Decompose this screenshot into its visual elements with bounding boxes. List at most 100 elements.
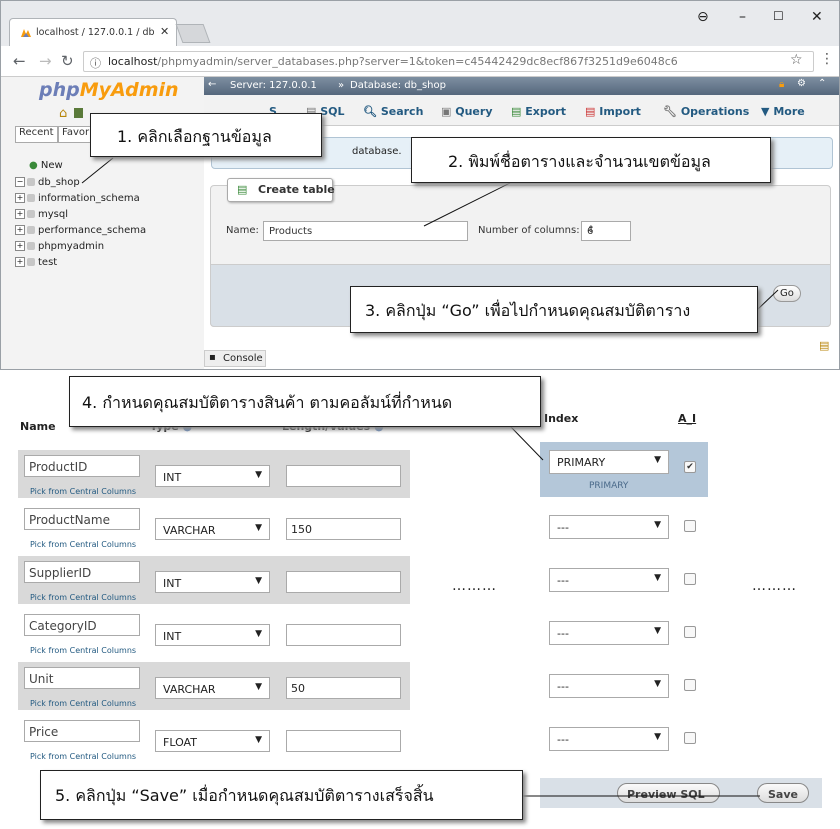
preview-sql-button[interactable]: Preview SQL: [617, 783, 720, 803]
column-name-input[interactable]: Unit: [24, 667, 140, 689]
ellipsis-right: ………: [752, 578, 797, 594]
column-length-input[interactable]: [286, 465, 401, 487]
column-type-select[interactable]: VARCHAR ▼: [155, 518, 270, 540]
column-name-value: CategoryID: [29, 619, 97, 633]
close-window-icon[interactable]: ✕: [811, 9, 823, 25]
auto-increment-checkbox[interactable]: [684, 626, 696, 638]
bookmark-star-icon[interactable]: ☆: [790, 52, 803, 68]
column-index-select[interactable]: PRIMARY ▼: [549, 450, 669, 474]
column-type-select[interactable]: INT ▼: [155, 465, 270, 487]
go-label: Go: [780, 288, 794, 299]
column-length-input[interactable]: [286, 624, 401, 646]
column-name-input[interactable]: ProductID: [24, 455, 140, 477]
tab-label: Search: [380, 105, 424, 118]
console-tab[interactable]: ▪ Console: [204, 350, 266, 367]
tab-export[interactable]: ▤ Export: [511, 105, 566, 118]
column-type-select[interactable]: INT ▼: [155, 624, 270, 646]
tab-import[interactable]: ▤ Import: [585, 105, 641, 118]
columns-stepper[interactable]: 6 ⇕: [581, 221, 631, 241]
callout-step-5: 5. คลิกปุ่ม “Save” เมื่อกำหนดคุณสมบัติตา…: [40, 770, 523, 820]
close-tab-icon[interactable]: ✕: [160, 25, 169, 38]
column-type-value: VARCHAR: [163, 683, 216, 696]
column-name-input[interactable]: ProductName: [24, 508, 140, 530]
column-length-input[interactable]: [286, 730, 401, 752]
info-icon[interactable]: ⓘ: [90, 55, 101, 71]
page-settings-icon[interactable]: ▤: [819, 339, 829, 352]
minimize-icon[interactable]: –: [739, 9, 746, 25]
breadcrumb-database[interactable]: Database: db_shop: [350, 80, 446, 91]
forward-icon[interactable]: →: [39, 52, 52, 70]
column-index-value: ---: [557, 680, 569, 693]
pick-central-columns-link[interactable]: Pick from Central Columns: [30, 699, 136, 708]
create-table-label: Create table: [258, 183, 335, 196]
column-length-input[interactable]: 150: [286, 518, 401, 540]
docs-icon[interactable]: [74, 108, 83, 118]
pick-central-columns-link[interactable]: Pick from Central Columns: [30, 487, 136, 496]
pick-central-columns-link[interactable]: Pick from Central Columns: [30, 593, 136, 602]
tree-item-db-shop[interactable]: − db_shop: [15, 177, 80, 188]
column-index-value: ---: [557, 521, 569, 534]
maximize-icon[interactable]: ☐: [773, 9, 784, 23]
column-type-select[interactable]: FLOAT ▼: [155, 730, 270, 752]
column-type-select[interactable]: VARCHAR ▼: [155, 677, 270, 699]
callout-step-1: 1. คลิกเลือกฐานข้อมูล: [90, 113, 322, 157]
account-icon[interactable]: ⊖: [697, 9, 709, 25]
auto-increment-checkbox[interactable]: [684, 520, 696, 532]
column-length-input[interactable]: 50: [286, 677, 401, 699]
table-name-input[interactable]: Products: [263, 221, 468, 241]
tab-search[interactable]: 🔍︎ Search: [363, 105, 423, 118]
recent-button[interactable]: Recent: [15, 126, 58, 143]
browser-tab[interactable]: localhost / 127.0.0.1 / db ✕: [9, 18, 177, 46]
logo-php: php: [39, 79, 80, 101]
column-name-input[interactable]: Price: [24, 720, 140, 742]
column-name-input[interactable]: CategoryID: [24, 614, 140, 636]
back-icon[interactable]: ←: [13, 52, 26, 70]
collapse-arrow-icon[interactable]: ←: [208, 79, 216, 90]
auto-increment-checkbox[interactable]: [684, 573, 696, 585]
column-type-select[interactable]: INT ▼: [155, 571, 270, 593]
tree-item-test[interactable]: + test: [15, 257, 57, 268]
wrench-icon: 🔧︎: [663, 105, 677, 118]
header-index: Index: [544, 412, 579, 425]
save-button[interactable]: Save: [757, 783, 809, 803]
column-index-select[interactable]: --- ▼: [549, 727, 669, 751]
home-icon[interactable]: ⌂: [59, 106, 67, 121]
tree-label: New: [40, 160, 63, 171]
breadcrumb-server[interactable]: Server: 127.0.0.1: [230, 80, 317, 91]
phpmyadmin-logo[interactable]: phpMyAdmin: [39, 79, 179, 101]
callout-text: 4. กำหนดคุณสมบัติตารางสินค้า ตามคอลัมน์ท…: [82, 393, 453, 412]
reload-icon[interactable]: ↻: [61, 52, 74, 70]
column-index-select[interactable]: --- ▼: [549, 568, 669, 592]
column-name-value: ProductID: [29, 460, 88, 474]
settings-gear-icon[interactable]: ⚙: [797, 78, 806, 89]
collapse-up-icon[interactable]: ⌃: [818, 78, 826, 89]
callout-step-3: 3. คลิกปุ่ม “Go” เพื่อไปกำหนดคุณสมบัติตา…: [350, 286, 758, 333]
tree-item-new[interactable]: ● New: [29, 160, 63, 171]
column-name-value: Unit: [29, 672, 54, 686]
tree-item-phpmyadmin[interactable]: + phpmyadmin: [15, 241, 104, 252]
pick-central-columns-link[interactable]: Pick from Central Columns: [30, 646, 136, 655]
column-index-select[interactable]: --- ▼: [549, 674, 669, 698]
browser-menu-icon[interactable]: ⋮: [820, 51, 834, 67]
console-icon: ▪: [209, 352, 216, 363]
column-length-input[interactable]: [286, 571, 401, 593]
chevron-down-icon: ▼: [255, 470, 262, 480]
tree-item-information-schema[interactable]: + information_schema: [15, 193, 140, 204]
tree-item-performance-schema[interactable]: + performance_schema: [15, 225, 146, 236]
tab-query[interactable]: ▣ Query: [441, 105, 493, 118]
column-name-input[interactable]: SupplierID: [24, 561, 140, 583]
pick-central-columns-link[interactable]: Pick from Central Columns: [30, 752, 136, 761]
create-table-legend: ▤ Create table: [227, 178, 335, 202]
tab-more[interactable]: ▼ More: [761, 105, 805, 118]
tree-item-mysql[interactable]: + mysql: [15, 209, 68, 220]
pick-central-columns-link[interactable]: Pick from Central Columns: [30, 540, 136, 549]
url-input[interactable]: ⓘ localhost/phpmyadmin/server_databases.…: [83, 51, 814, 72]
auto-increment-checkbox[interactable]: [684, 732, 696, 744]
column-index-select[interactable]: --- ▼: [549, 621, 669, 645]
auto-increment-checkbox[interactable]: ✔: [684, 461, 696, 473]
breadcrumb-bar: ← Server: 127.0.0.1 » Database: db_shop …: [204, 77, 839, 95]
column-index-select[interactable]: --- ▼: [549, 515, 669, 539]
auto-increment-checkbox[interactable]: [684, 679, 696, 691]
tab-operations[interactable]: 🔧︎ Operations: [663, 105, 749, 118]
go-button[interactable]: Go: [773, 285, 801, 302]
